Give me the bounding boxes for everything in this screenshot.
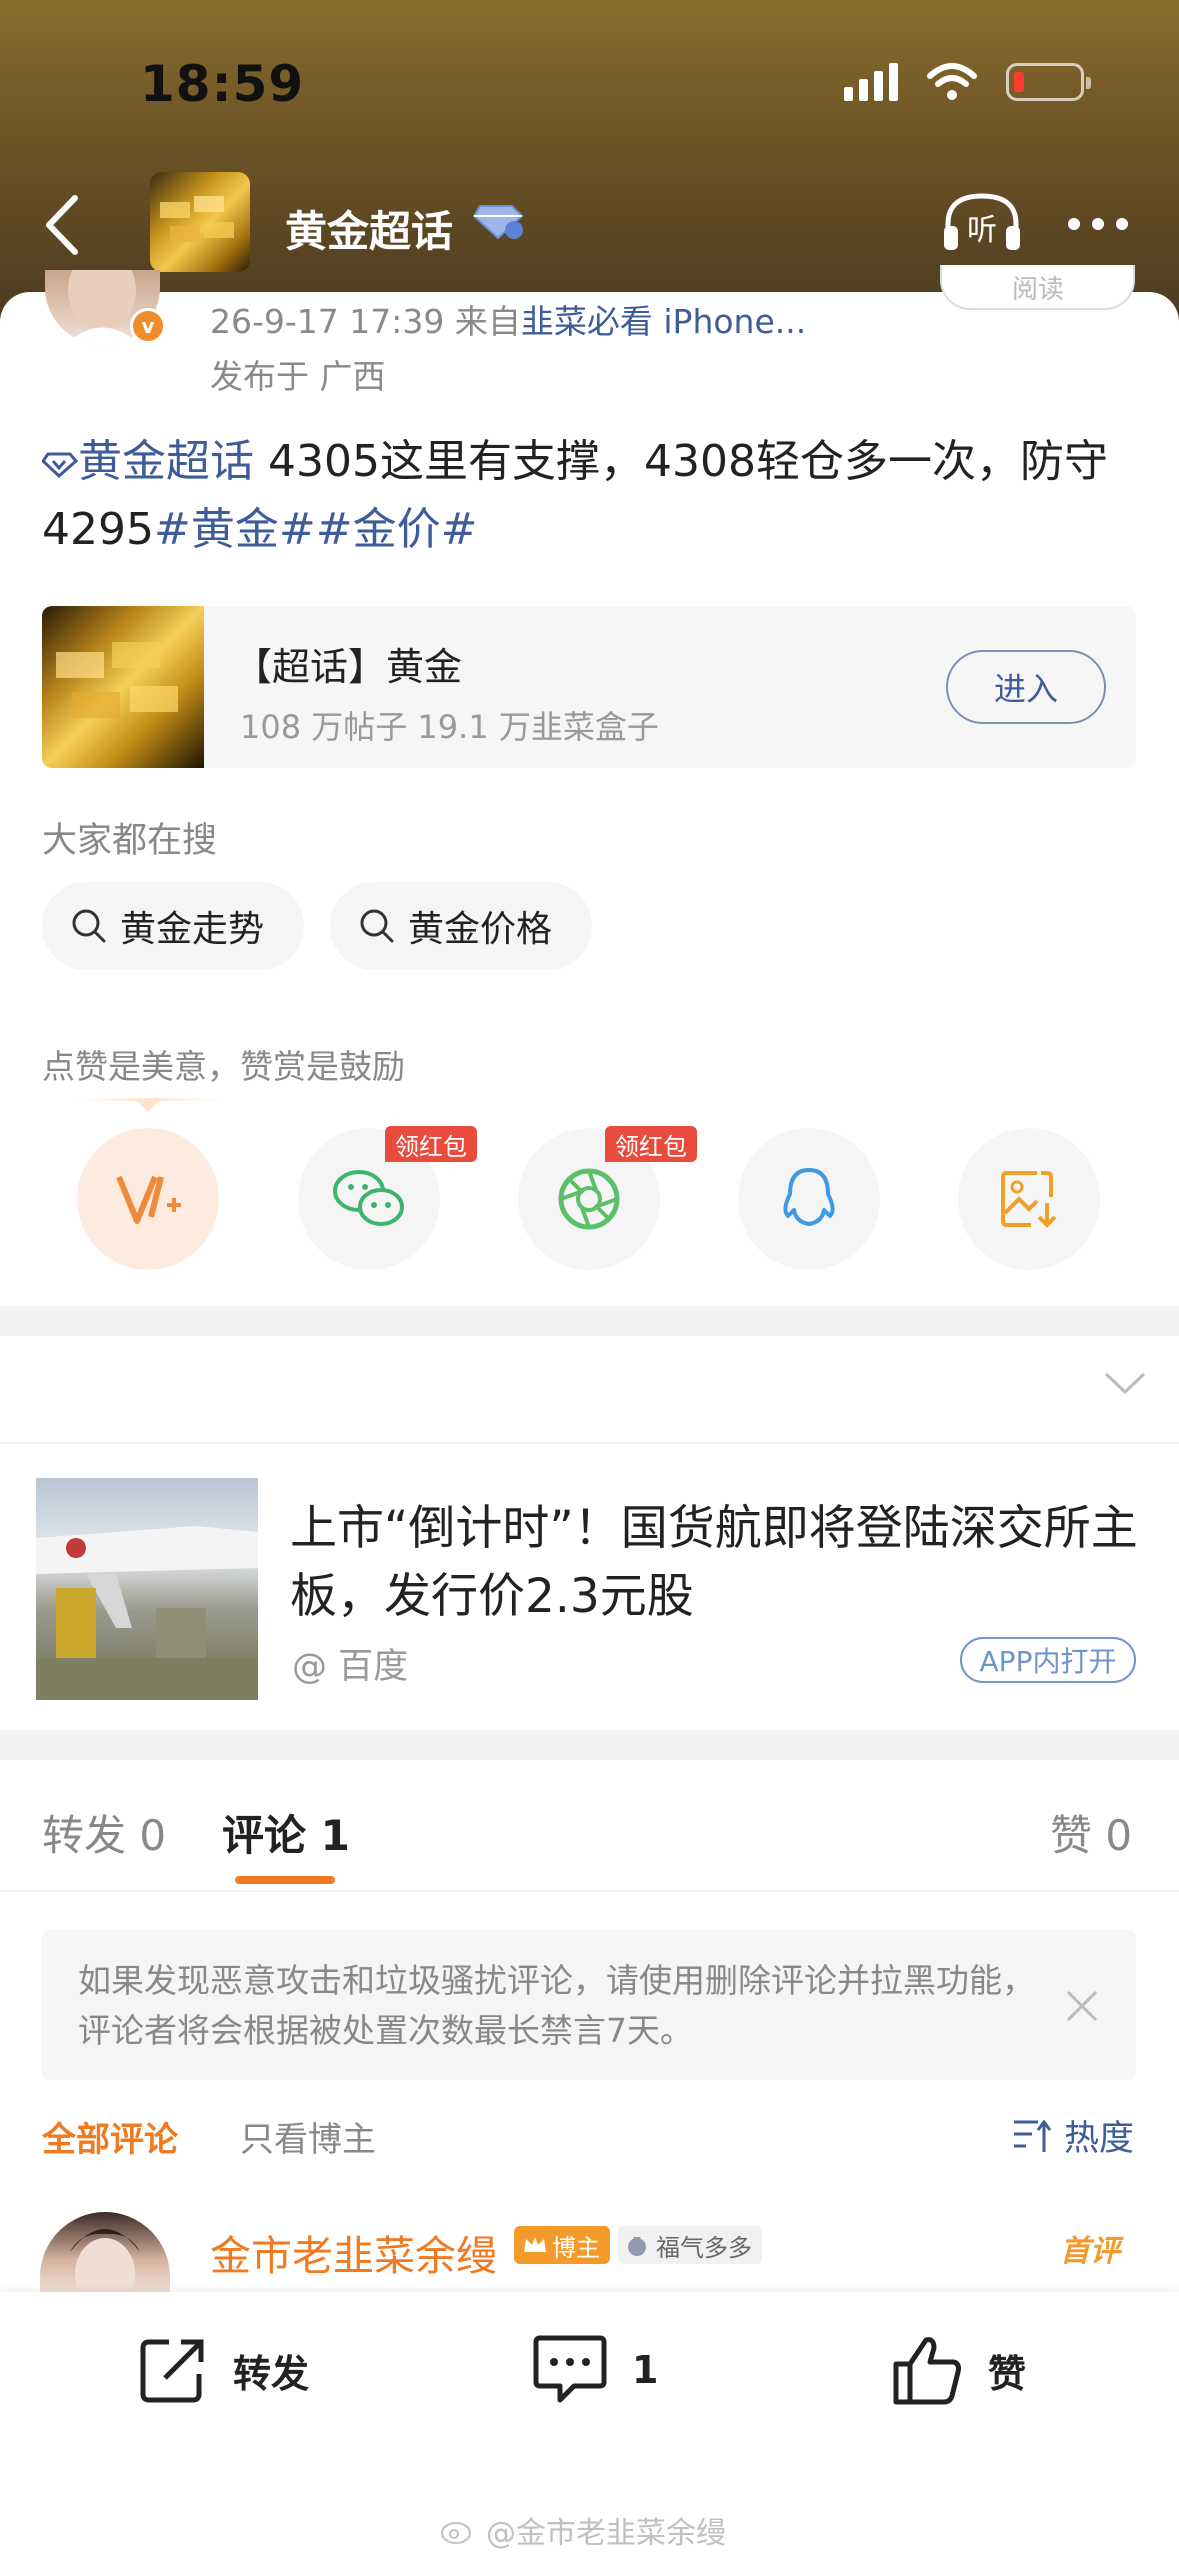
- trending-chip[interactable]: 黄金价格: [330, 882, 592, 970]
- filter-all-comments[interactable]: 全部评论: [42, 2112, 178, 2161]
- post-source-prefix: 来自: [454, 302, 521, 341]
- weibo-logo-icon: [441, 2522, 471, 2544]
- enter-button[interactable]: 进入: [946, 650, 1106, 724]
- chevron-down-icon[interactable]: [1102, 1370, 1148, 1398]
- share-qq-button[interactable]: [738, 1128, 880, 1270]
- comment-notice: 如果发现恶意攻击和垃圾骚扰评论，请使用删除评论并拉黑功能，评论者将会根据被处置次…: [42, 1930, 1136, 2080]
- watermark-text: @金市老韭菜余缦: [486, 2516, 726, 2551]
- trending-chip-label: 黄金走势: [120, 909, 265, 950]
- blogger-badge-label: 博主: [552, 2233, 600, 2262]
- reward-button[interactable]: [77, 1128, 219, 1270]
- post-location: 发布于 广西: [210, 357, 386, 396]
- reward-label: 点赞是美意，赞赏是鼓励: [42, 1047, 405, 1086]
- red-packet-badge: 领红包: [605, 1126, 697, 1162]
- search-icon: [72, 909, 106, 943]
- thumbs-up-icon: [893, 2337, 961, 2405]
- svg-text:听: 听: [967, 213, 997, 248]
- trending-chip-label: 黄金价格: [408, 909, 553, 950]
- supertopic-name: 黄金超话: [78, 436, 254, 487]
- back-button[interactable]: [35, 190, 95, 260]
- sort-label: 热度: [1064, 2119, 1135, 2159]
- status-time: 18:59: [140, 55, 305, 113]
- repost-button[interactable]: 转发: [135, 2332, 309, 2408]
- wifi-icon: [927, 63, 977, 100]
- notice-text: 如果发现恶意攻击和垃圾骚扰评论，请使用删除评论并拉黑功能，评论者将会根据被处置次…: [78, 1961, 1035, 2050]
- airplane-image: [36, 1526, 258, 1700]
- headphones-icon: 听: [944, 193, 1020, 250]
- post-meta: 26-9-17 17:39 来自韭菜必看 iPhone...: [210, 295, 806, 343]
- ad-thumbnail[interactable]: [36, 1478, 258, 1700]
- reward-tip-arrow: [136, 1100, 160, 1112]
- blogger-badge: 博主: [514, 2226, 610, 2264]
- supertopic-title: 【超话】黄金: [234, 645, 463, 689]
- supertopic-stats: 108 万帖子 19.1 万韭菜盒子: [240, 708, 659, 746]
- supertopic-link[interactable]: 黄金超话: [41, 436, 254, 487]
- qq-penguin-icon: [783, 1168, 835, 1226]
- post-time: 26-9-17 17:39: [210, 302, 445, 341]
- active-tab-indicator: [235, 1876, 335, 1884]
- comment-count: 1: [632, 2348, 659, 2392]
- filter-blogger-only[interactable]: 只看博主: [240, 2112, 376, 2161]
- post-source-link[interactable]: 韭菜必看 iPhone...: [521, 302, 806, 341]
- like-label: 赞: [988, 2351, 1027, 2396]
- sort-icon: [1014, 2119, 1052, 2152]
- money-bag-icon: [628, 2237, 646, 2256]
- luck-badge-label: 福气多多: [656, 2233, 752, 2262]
- supertopic-card[interactable]: 【超话】黄金 108 万帖子 19.1 万韭菜盒子 进入: [42, 606, 1136, 768]
- wechat-icon: [333, 1170, 404, 1226]
- first-comment-badge: 首评: [1060, 2234, 1120, 2269]
- page-title: 黄金超话: [285, 207, 454, 256]
- tab-repost[interactable]: 转发 0: [42, 1802, 166, 1863]
- listen-button[interactable]: 听: [940, 190, 1024, 254]
- gold-bars-image: [160, 196, 234, 242]
- luck-badge: 福气多多: [618, 2226, 762, 2264]
- ad-title[interactable]: 上市“倒计时”！国货航即将登陆深交所主板，发行价2.3元股: [290, 1495, 1150, 1631]
- supertopic-avatar[interactable]: [150, 172, 250, 272]
- commenter-name[interactable]: 金市老韭菜余缦: [210, 2222, 497, 2282]
- share-arrow-icon: [140, 2339, 204, 2403]
- follow-label: 阅读: [1012, 275, 1065, 305]
- image-download-icon: [1001, 1171, 1057, 1228]
- section-separator: [0, 1306, 1179, 1336]
- repost-label: 转发: [233, 2351, 310, 2396]
- supertopic-thumbnail: [42, 606, 204, 768]
- tab-like[interactable]: 赞 0: [1050, 1802, 1132, 1863]
- interaction-tabs: 转发 0 评论 1 赞 0: [0, 1760, 1179, 1892]
- ad-source: @ 百度: [292, 1647, 409, 1687]
- red-packet-badge: 领红包: [385, 1126, 477, 1162]
- trending-label: 大家都在搜: [42, 821, 218, 861]
- watermark: @金市老韭菜余缦: [440, 2508, 726, 2552]
- search-icon: [360, 909, 394, 943]
- follow-button[interactable]: 阅读: [940, 265, 1135, 310]
- diamond-icon: [472, 205, 524, 240]
- camera-aperture-icon: [558, 1168, 620, 1230]
- close-icon[interactable]: [1062, 1986, 1102, 2026]
- trending-chip[interactable]: 黄金走势: [42, 882, 304, 970]
- diamond-icon: [41, 452, 79, 479]
- battery-icon: [1006, 63, 1091, 101]
- tab-comment[interactable]: 评论 1: [222, 1802, 350, 1863]
- status-icons: [844, 62, 1091, 102]
- section-separator: [0, 1730, 1179, 1760]
- open-in-app-button[interactable]: APP内打开: [960, 1637, 1136, 1683]
- save-image-button[interactable]: [958, 1128, 1100, 1270]
- more-options-button[interactable]: [1068, 218, 1128, 230]
- chevron-left-icon: [46, 195, 78, 255]
- gold-bars-image: [56, 642, 178, 718]
- like-button[interactable]: 赞: [890, 2332, 1026, 2408]
- hashtag-links[interactable]: #黄金##金价#: [154, 504, 477, 555]
- verified-badge-icon: v: [130, 308, 166, 344]
- comment-bubble-icon: [533, 2335, 607, 2403]
- signal-icon: [844, 63, 898, 101]
- divider: [0, 1442, 1179, 1444]
- v-plus-icon: [116, 1175, 181, 1224]
- comment-button[interactable]: 1: [530, 2332, 658, 2408]
- post-body: 黄金超话 4305这里有支撑，4308轻仓多一次，防守4295#黄金##金价#: [41, 428, 1152, 564]
- sort-button[interactable]: 热度: [1012, 2110, 1134, 2161]
- crown-icon: [524, 2237, 546, 2252]
